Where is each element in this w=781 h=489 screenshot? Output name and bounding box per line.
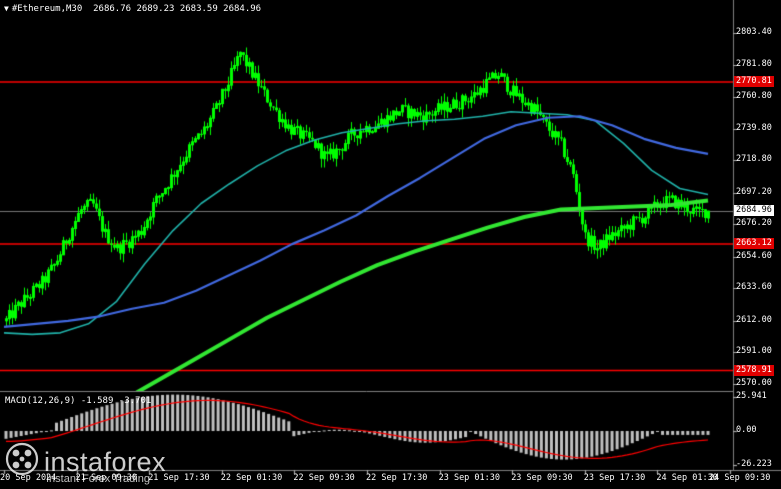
price-tick-label: 2718.80 <box>736 154 772 165</box>
caret-down-icon[interactable]: ▼ <box>4 4 9 13</box>
price-tick-label: 2676.20 <box>736 218 772 229</box>
time-tick-label: 24 Sep 09:30 <box>709 473 771 483</box>
price-tick-label: 2803.40 <box>736 26 772 37</box>
time-tick-label: 22 Sep 01:30 <box>220 473 283 483</box>
level-price-tag: 2663.12 <box>734 237 774 249</box>
time-tick-label: 23 Sep 17:30 <box>583 473 646 483</box>
brand-tagline: Instant Forex Trading <box>46 473 150 485</box>
macd-indicator-label: MACD(12,26,9) -1.589 -3.701 <box>5 396 152 406</box>
price-tick-label: 2612.00 <box>736 314 772 325</box>
price-tick-label: 2739.80 <box>736 122 772 133</box>
macd-tick-label: 0.00 <box>736 425 757 435</box>
price-tick-label: 2697.20 <box>736 186 772 197</box>
symbol-name: #Ethereum,M30 <box>11 4 83 14</box>
time-tick-label: 23 Sep 01:30 <box>438 473 501 483</box>
time-tick-label: 22 Sep 09:30 <box>293 473 355 483</box>
level-price-tag: 2770.81 <box>734 75 774 87</box>
price-tick-label: 2633.60 <box>736 282 772 293</box>
price-tick-label: 2591.00 <box>736 346 772 357</box>
time-tick-label: 23 Sep 09:30 <box>511 473 573 483</box>
price-tick-label: 2654.60 <box>736 250 772 261</box>
ohlc-values: 2686.76 2689.23 2683.59 2684.96 <box>93 4 262 14</box>
time-tick-label: 22 Sep 17:30 <box>366 473 428 483</box>
macd-tick-label: 25.941 <box>736 391 767 402</box>
price-tick-label: 2760.80 <box>736 91 772 102</box>
price-chart-canvas[interactable] <box>0 0 781 489</box>
price-tick-label: 2781.80 <box>736 59 772 70</box>
macd-tick-label: -26.223 <box>736 459 772 470</box>
symbol-header: ▼ #Ethereum,M30 2686.76 2689.23 2683.59 2… <box>4 4 261 14</box>
level-price-tag: 2578.91 <box>734 364 774 376</box>
current-price-tag: 2684.96 <box>734 205 774 217</box>
price-tick-label: 2570.00 <box>736 377 772 388</box>
